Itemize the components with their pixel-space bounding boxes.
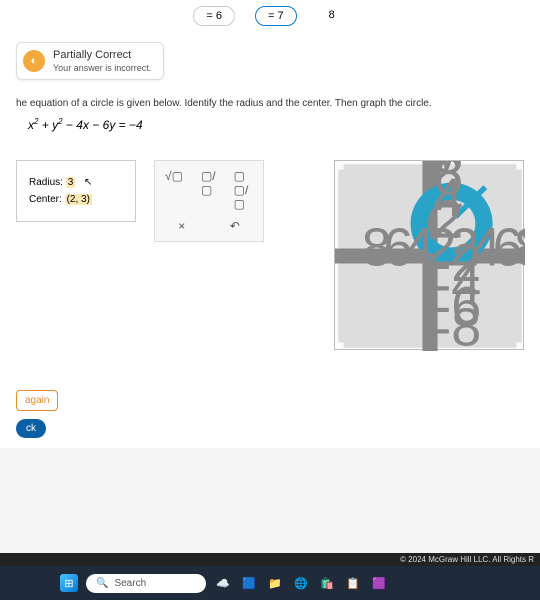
app-icon-5[interactable]: 🟪 <box>370 574 388 592</box>
center-row: Center: (2, 3) <box>29 194 123 205</box>
main-content: ◐ Partially Correct Your answer is incor… <box>0 32 540 448</box>
question-prompt: he equation of a circle is given below. … <box>16 98 524 109</box>
svg-text:-8: -8 <box>433 298 481 351</box>
app-icon-1[interactable]: 🟦 <box>240 574 258 592</box>
center-label: Center: <box>29 194 62 205</box>
ck-button[interactable]: ck <box>16 419 46 438</box>
fraction-tool[interactable]: ▢/▢ <box>197 167 220 213</box>
app-icon-3[interactable]: 🛍️ <box>318 574 336 592</box>
radius-row: Radius: 3 ↖ <box>29 177 123 188</box>
nav-item-6[interactable]: = 6 <box>193 6 235 26</box>
radius-label: Radius: <box>29 177 63 188</box>
footer: © 2024 McGraw Hill LLC. All Rights R ⊞ 🔍… <box>0 553 540 600</box>
y-axis-label: y <box>433 161 460 179</box>
search-icon: 🔍 <box>96 578 108 589</box>
status-title: Partially Correct <box>53 49 151 61</box>
mixed-fraction-tool[interactable]: ▢ ▢/▢ <box>230 167 257 213</box>
start-icon[interactable]: ⊞ <box>60 574 78 592</box>
partial-correct-icon: ◐ <box>23 50 45 72</box>
sqrt-tool[interactable]: √▢ <box>161 167 187 213</box>
weather-icon[interactable]: ☁️ <box>214 574 232 592</box>
nav-prefix: = <box>268 10 274 22</box>
try-again-button[interactable]: again <box>16 390 58 411</box>
nav-item-8[interactable]: 8 <box>317 6 347 26</box>
cursor-icon: ↖ <box>84 177 92 188</box>
taskbar-search[interactable]: 🔍 Search <box>86 574 206 593</box>
nav-item-7[interactable]: = 7 <box>255 6 297 26</box>
app-icon-4[interactable]: 📋 <box>344 574 362 592</box>
nav-label: 6 <box>216 10 222 22</box>
question-nav: = 6 = 7 8 <box>0 0 540 32</box>
status-card: ◐ Partially Correct Your answer is incor… <box>16 42 164 80</box>
nav-prefix: = <box>206 10 212 22</box>
nav-label: 8 <box>329 9 335 21</box>
answer-box: Radius: 3 ↖ Center: (2, 3) <box>16 160 136 222</box>
equation-display: x2 + y2 − 4x − 6y = −4 <box>16 113 524 150</box>
search-placeholder: Search <box>114 578 146 589</box>
status-sub: Your answer is incorrect. <box>53 63 151 73</box>
close-tool[interactable]: × <box>174 217 189 235</box>
app-icon-2[interactable]: 📁 <box>266 574 284 592</box>
windows-taskbar[interactable]: ⊞ 🔍 Search ☁️ 🟦 📁 🌐 🛍️ 📋 🟪 <box>0 566 540 600</box>
radius-value[interactable]: 3 <box>66 177 76 188</box>
coordinate-graph[interactable]: × -8-6-4-2 2468 8642 -2-4-6-8 x y <box>334 160 524 350</box>
center-value[interactable]: (2, 3) <box>65 194 92 205</box>
nav-label: 7 <box>277 10 283 22</box>
math-tool-panel: √▢ ▢/▢ ▢ ▢/▢ × ↶ <box>154 160 264 242</box>
x-axis-label: x <box>519 211 525 271</box>
undo-tool[interactable]: ↶ <box>226 217 244 235</box>
copyright-text: © 2024 McGraw Hill LLC. All Rights R <box>0 553 540 566</box>
edge-icon[interactable]: 🌐 <box>292 574 310 592</box>
